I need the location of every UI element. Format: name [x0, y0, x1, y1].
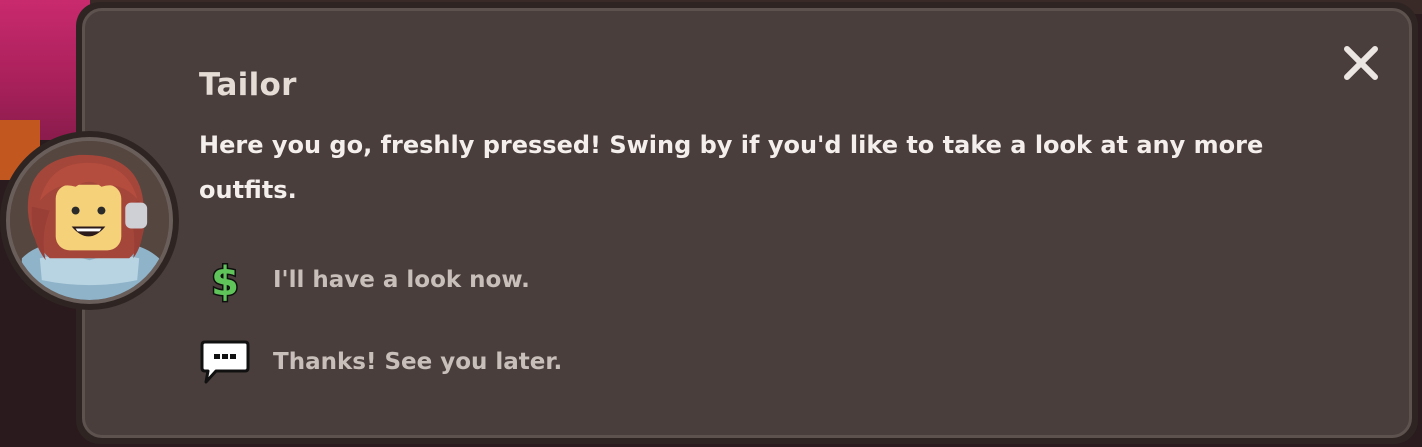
- avatar: [6, 137, 173, 304]
- dialog-option-see-you-later[interactable]: Thanks! See you later.: [199, 337, 562, 387]
- close-icon: [1344, 46, 1378, 80]
- npc-message: Here you go, freshly pressed! Swing by i…: [199, 131, 1264, 204]
- npc-name: Tailor: [199, 67, 297, 103]
- chat-bubble-icon: [199, 337, 251, 387]
- dialog-option-label: I'll have a look now.: [273, 267, 530, 293]
- svg-text:$: $: [211, 259, 239, 303]
- dialog-option-label: Thanks! See you later.: [273, 349, 563, 375]
- tailor-avatar-image: [10, 141, 169, 300]
- dollar-icon: $: [199, 255, 251, 305]
- npc-dialog-inner: Tailor Here you go, freshly pressed! Swi…: [82, 8, 1412, 438]
- close-button[interactable]: [1341, 43, 1381, 83]
- npc-dialog-panel: Tailor Here you go, freshly pressed! Swi…: [76, 2, 1418, 444]
- npc-portrait: [0, 131, 179, 310]
- dialog-option-look-now[interactable]: $ I'll have a look now.: [199, 255, 530, 305]
